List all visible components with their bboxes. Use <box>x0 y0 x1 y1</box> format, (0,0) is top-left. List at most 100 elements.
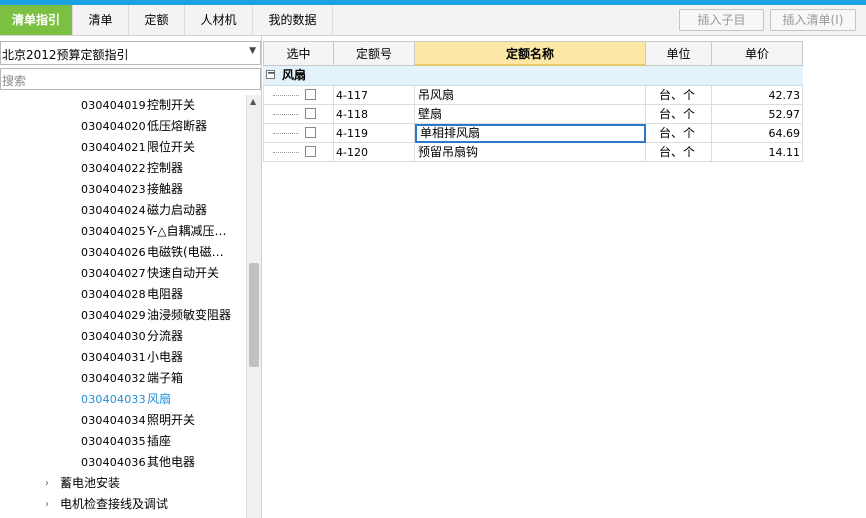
tab-labor-material-machine[interactable]: 人材机 <box>185 5 253 35</box>
cell-unit: 台、个 <box>646 143 712 162</box>
cell-code: 4-119 <box>334 124 415 143</box>
tree-item[interactable]: 030404031 小电器 <box>0 347 246 368</box>
quota-guide-selector[interactable]: 北京2012预算定额指引 ▼ <box>0 41 261 65</box>
header-name[interactable]: 定额名称 <box>415 41 646 66</box>
cell-price: 42.73 <box>712 86 803 105</box>
cell-unit: 台、个 <box>646 86 712 105</box>
group-row[interactable]: − 风扇 <box>263 66 803 86</box>
selector-value: 北京2012预算定额指引 <box>2 48 129 62</box>
tree-item-code: 030404027 <box>81 267 146 280</box>
tree-item-code: 030404023 <box>81 183 146 196</box>
tree-connector <box>273 114 299 115</box>
tree-item-code: 030404035 <box>81 435 146 448</box>
panel-splitter[interactable] <box>261 35 262 518</box>
tree-item[interactable]: 030404032 端子箱 <box>0 368 246 389</box>
table-row[interactable]: 4-117 吊风扇 台、个 42.73 <box>263 86 803 105</box>
guide-tree: 030404019 控制开关 030404020 低压熔断器 030404021 限位… <box>0 95 246 518</box>
tree-item[interactable]: 030404029 油浸频敏变阻器 <box>0 305 246 326</box>
tree-item-name: 快速自动开关 <box>147 266 220 280</box>
header-code[interactable]: 定额号 <box>334 41 415 66</box>
tree-item[interactable]: 030404023 接触器 <box>0 179 246 200</box>
tree-item-code: 030404029 <box>81 309 146 322</box>
tree-item[interactable]: 030404026 电磁铁(电磁… <box>0 242 246 263</box>
tree-item[interactable]: 030404019 控制开关 <box>0 95 246 116</box>
tree-item[interactable]: 030404035 插座 <box>0 431 246 452</box>
tree-item-name: 油浸频敏变阻器 <box>147 308 232 322</box>
cell-code: 4-117 <box>334 86 415 105</box>
header-unit[interactable]: 单位 <box>646 41 712 66</box>
tree-item[interactable]: 030404027 快速自动开关 <box>0 263 246 284</box>
tree-item-code: 030404019 <box>81 99 146 112</box>
tree-folder-label: 蓄电池安装 <box>60 476 121 490</box>
tree-item-name: 照明开关 <box>147 413 196 427</box>
table-row[interactable]: 4-120 预留吊扇钩 台、个 14.11 <box>263 143 803 162</box>
cell-price: 14.11 <box>712 143 803 162</box>
chevron-down-icon: ▼ <box>249 46 256 56</box>
tree-item-name: 限位开关 <box>147 140 196 154</box>
tree-item-name: 风扇 <box>147 392 172 406</box>
tree-item-name: 磁力启动器 <box>147 203 208 217</box>
tree-item-code: 030404025 <box>81 225 146 238</box>
tree-item-name: 电阻器 <box>147 287 184 301</box>
cell-unit: 台、个 <box>646 124 712 143</box>
insert-list-button[interactable]: 插入清单(I) <box>770 9 856 31</box>
tab-list[interactable]: 清单 <box>73 5 129 35</box>
scrollbar-thumb[interactable] <box>249 263 259 367</box>
tree-item[interactable]: 030404024 磁力启动器 <box>0 200 246 221</box>
tree-item-code: 030404030 <box>81 330 146 343</box>
cell-select <box>263 86 334 105</box>
tab-quota[interactable]: 定额 <box>129 5 185 35</box>
tree-item[interactable]: 030404030 分流器 <box>0 326 246 347</box>
tree-item-name: 电磁铁(电磁… <box>147 245 224 259</box>
tree-item-name: 其他电器 <box>147 455 196 469</box>
tree-item[interactable]: 030404036 其他电器 <box>0 452 246 473</box>
tree-item-name: 小电器 <box>147 350 184 364</box>
chevron-right-icon[interactable]: › <box>45 473 55 494</box>
tree-item-name: 分流器 <box>147 329 184 343</box>
cell-code: 4-120 <box>334 143 415 162</box>
table-row[interactable]: 4-118 壁扇 台、个 52.97 <box>263 105 803 124</box>
row-checkbox[interactable] <box>305 127 316 138</box>
tree-item[interactable]: 030404022 控制器 <box>0 158 246 179</box>
scroll-up-icon[interactable]: ▲ <box>250 97 256 106</box>
tree-folder[interactable]: › 蓄电池安装 <box>0 473 246 494</box>
cell-name: 预留吊扇钩 <box>415 143 646 162</box>
header-select[interactable]: 选中 <box>263 41 334 66</box>
collapse-icon[interactable]: − <box>266 69 275 79</box>
tree-folder-label: 电机检查接线及调试 <box>60 497 169 511</box>
cell-code: 4-118 <box>334 105 415 124</box>
tree-item-name: 接触器 <box>147 182 184 196</box>
tree-folder[interactable]: › 电机检查接线及调试 <box>0 494 246 515</box>
header-price[interactable]: 单价 <box>712 41 803 66</box>
tree-item-name: 控制开关 <box>147 98 196 112</box>
tree-item-code: 030404036 <box>81 456 146 469</box>
tree-item-code: 030404034 <box>81 414 146 427</box>
table-row[interactable]: 4-119 单相排风扇 台、个 64.69 <box>263 124 803 143</box>
tree-item[interactable]: 030404025 Y-△自耦减压… <box>0 221 246 242</box>
tree-item[interactable]: 030404020 低压熔断器 <box>0 116 246 137</box>
group-label: 风扇 <box>282 68 307 82</box>
row-checkbox[interactable] <box>305 108 316 119</box>
cell-name: 壁扇 <box>415 105 646 124</box>
tree-item-name: 低压熔断器 <box>147 119 208 133</box>
cell-name-focused[interactable]: 单相排风扇 <box>415 124 646 143</box>
insert-child-button[interactable]: 插入子目 <box>679 9 764 31</box>
row-checkbox[interactable] <box>305 89 316 100</box>
chevron-right-icon[interactable]: › <box>45 494 55 515</box>
tree-scrollbar[interactable]: ▲ <box>246 95 261 518</box>
search-input[interactable]: 搜索 <box>0 68 261 90</box>
tree-connector <box>273 152 299 153</box>
tree-item-name: 控制器 <box>147 161 184 175</box>
tree-item-code: 030404022 <box>81 162 146 175</box>
tree-item[interactable]: 030404034 照明开关 <box>0 410 246 431</box>
tab-my-data[interactable]: 我的数据 <box>253 5 333 35</box>
tree-item[interactable]: 030404028 电阻器 <box>0 284 246 305</box>
tree-item-selected[interactable]: 030404033 风扇 <box>0 389 246 410</box>
row-checkbox[interactable] <box>305 146 316 157</box>
search-placeholder: 搜索 <box>2 74 27 88</box>
cell-unit: 台、个 <box>646 105 712 124</box>
cell-name: 吊风扇 <box>415 86 646 105</box>
tree-item[interactable]: 030404021 限位开关 <box>0 137 246 158</box>
tab-list-guide[interactable]: 清单指引 <box>0 5 73 35</box>
cell-select <box>263 143 334 162</box>
